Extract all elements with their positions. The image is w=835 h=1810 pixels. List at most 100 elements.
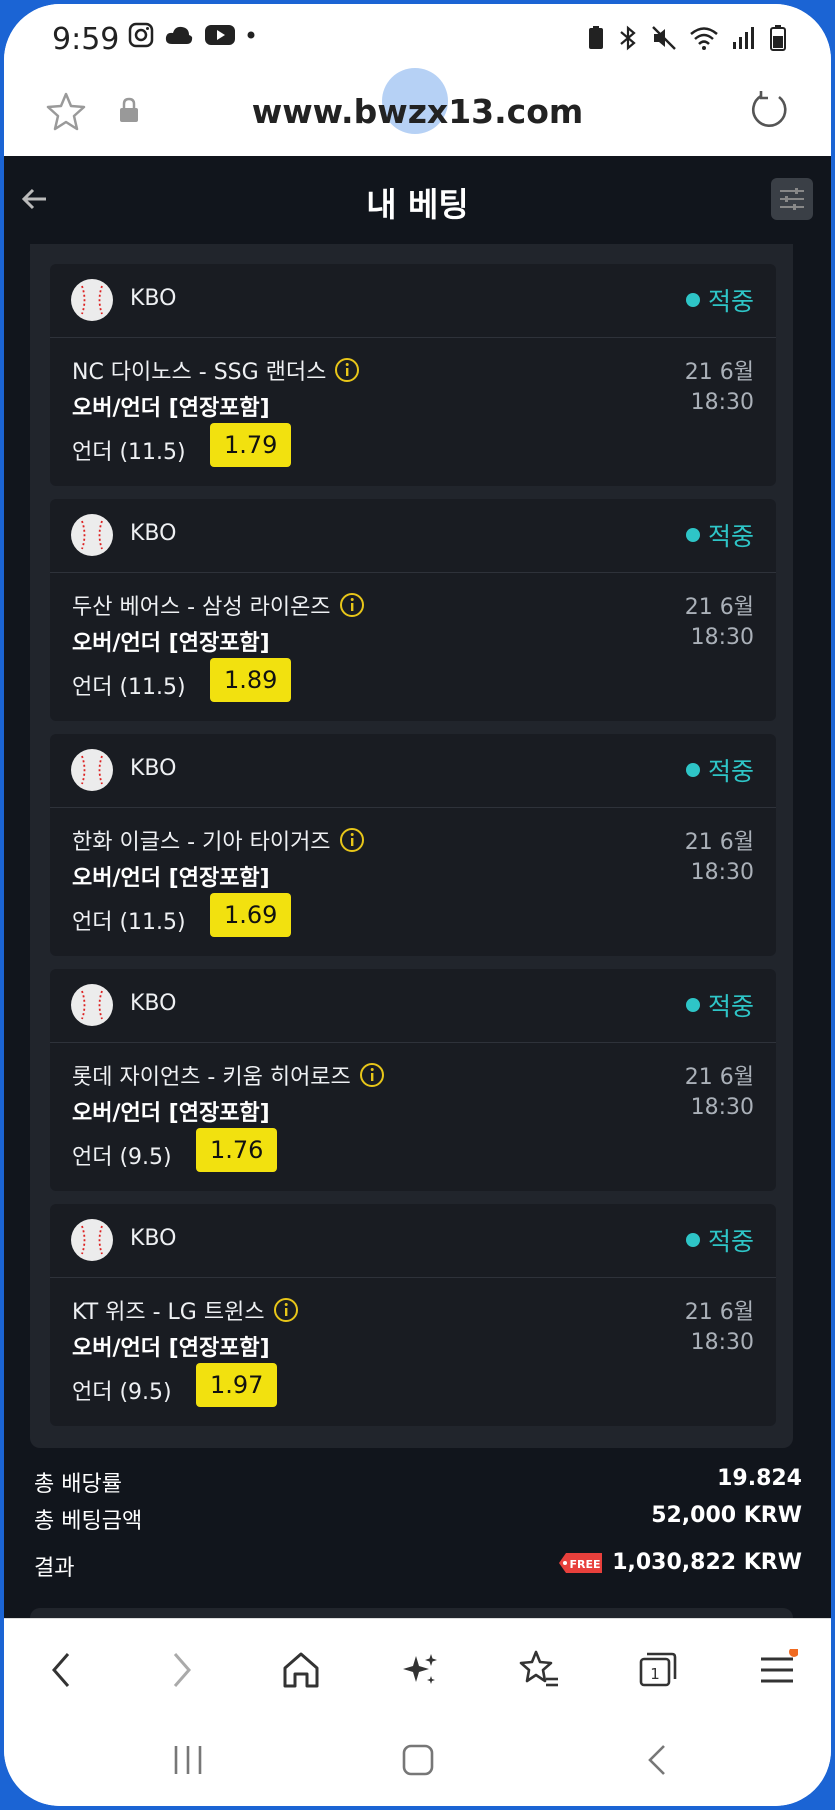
market-name: 오버/언더 [연장포함] [72,396,270,421]
total-odds-value: 19.824 [717,1466,802,1491]
match-time: 18:30 [690,860,754,885]
total-stake-value: 52,000 KRW [651,1503,802,1528]
league-label: KBO [130,286,177,311]
match-time: 18:30 [690,390,754,415]
baseball-icon [71,514,113,556]
info-icon[interactable] [273,1297,299,1323]
status-dot-icon [685,763,700,777]
filter-button[interactable] [771,178,813,220]
app-header: 내 베팅 [4,156,831,244]
svg-text:FREE: FREE [570,1558,601,1571]
forward-icon [173,1653,191,1687]
cloud-icon [165,26,193,44]
bet-card: KBO 적중 한화 이글스 - 기아 타이거즈 오버/언더 [연장포함] 21 … [50,734,776,956]
wifi-icon [690,27,718,50]
status-dot-icon [685,998,700,1012]
status-badge: 적중 [685,1222,754,1258]
free-tag-icon: FREE [559,1553,603,1573]
info-icon[interactable] [359,1062,385,1088]
instagram-icon [128,22,154,48]
system-nav-bar [4,1718,831,1806]
total-odds-row: 총 배당률 19.824 [34,1466,802,1498]
odds-badge: 1.97 [196,1363,278,1407]
odds-badge: 1.79 [210,423,292,467]
nav-tabs-button[interactable]: 1 [633,1645,683,1695]
nav-home-button[interactable] [276,1645,326,1695]
status-bar: 9:59 [4,4,831,74]
nav-assistant-button[interactable] [395,1645,445,1695]
status-time: 9:59 [52,22,120,57]
status-badge: 적중 [685,517,754,553]
result-row: 결과 FREE 1,030,822 KRW [34,1550,802,1582]
status-badge: 적중 [685,752,754,788]
battery-saver-icon [589,26,603,49]
home-square-icon[interactable] [400,1742,436,1778]
bookmarks-icon [519,1650,558,1687]
baseball-icon [71,1219,113,1261]
bluetooth-icon [620,25,636,51]
browser-bottom-nav: 1 [4,1618,831,1719]
market-name: 오버/언더 [연장포함] [72,866,270,891]
selection-label: 언더 (11.5) [72,910,186,935]
match-name: 한화 이글스 - 기아 타이거즈 [72,824,365,856]
info-icon[interactable] [334,357,360,383]
status-dot-icon [685,528,700,542]
total-stake-row: 총 베팅금액 52,000 KRW [34,1503,802,1535]
nav-menu-button[interactable] [752,1645,802,1695]
url-text[interactable]: www.bwzx13.com [4,92,831,131]
nav-bookmarks-button[interactable] [514,1645,564,1695]
baseball-icon [71,279,113,321]
odds-badge: 1.69 [210,893,292,937]
signal-icon [733,27,754,49]
odds-badge: 1.76 [196,1128,278,1172]
reload-icon[interactable] [747,88,791,132]
match-date: 21 6월 [684,595,754,620]
mute-icon [652,26,676,50]
total-odds-label: 총 배당률 [34,1472,122,1497]
info-icon[interactable] [339,592,365,618]
bet-card: KBO 적중 롯데 자이언츠 - 키움 히어로즈 오버/언더 [연장포함] 21… [50,969,776,1191]
match-time: 18:30 [690,1095,754,1120]
selection-label: 언더 (9.5) [72,1145,172,1170]
back-icon [52,1653,70,1687]
match-date: 21 6월 [684,1300,754,1325]
next-panel [30,1608,793,1618]
status-dot-icon [685,293,700,307]
match-name: NC 다이노스 - SSG 랜더스 [72,354,360,386]
league-label: KBO [130,991,177,1016]
bet-card: KBO 적중 KT 위즈 - LG 트윈스 오버/언더 [연장포함] 21 6월… [50,1204,776,1426]
svg-text:1: 1 [650,1665,660,1683]
match-name: KT 위즈 - LG 트윈스 [72,1294,299,1326]
league-label: KBO [130,521,177,546]
odds-badge: 1.89 [210,658,292,702]
match-name: 롯데 자이언츠 - 키움 히어로즈 [72,1059,385,1091]
result-value: 1,030,822 KRW [612,1550,802,1575]
nav-forward-button[interactable] [156,1645,206,1695]
tabs-icon: 1 [639,1652,677,1687]
status-dot-icon [685,1233,700,1247]
status-badge: 적중 [685,282,754,318]
bet-card: KBO 적중 두산 베어스 - 삼성 라이온즈 오버/언더 [연장포함] 21 … [50,499,776,721]
recents-icon[interactable] [170,1742,206,1778]
bet-card: KBO 적중 NC 다이노스 - SSG 랜더스 오버/언더 [연장포함] 21… [50,264,776,486]
baseball-icon [71,749,113,791]
match-name: 두산 베어스 - 삼성 라이온즈 [72,589,365,621]
url-bar: www.bwzx13.com [4,68,831,157]
nav-back-button[interactable] [37,1645,87,1695]
market-name: 오버/언더 [연장포함] [72,1101,270,1126]
baseball-icon [71,984,113,1026]
match-date: 21 6월 [684,1065,754,1090]
league-label: KBO [130,1226,177,1251]
dot-indicator-icon [247,31,255,39]
sparkle-icon [403,1654,437,1684]
status-badge: 적중 [685,987,754,1023]
system-back-icon[interactable] [640,1742,676,1778]
battery-icon [770,25,786,51]
menu-icon [761,1649,798,1683]
home-icon [283,1652,319,1688]
selection-label: 언더 (11.5) [72,675,186,700]
info-icon[interactable] [339,827,365,853]
selection-label: 언더 (9.5) [72,1380,172,1405]
market-name: 오버/언더 [연장포함] [72,631,270,656]
page-title: 내 베팅 [366,185,469,224]
